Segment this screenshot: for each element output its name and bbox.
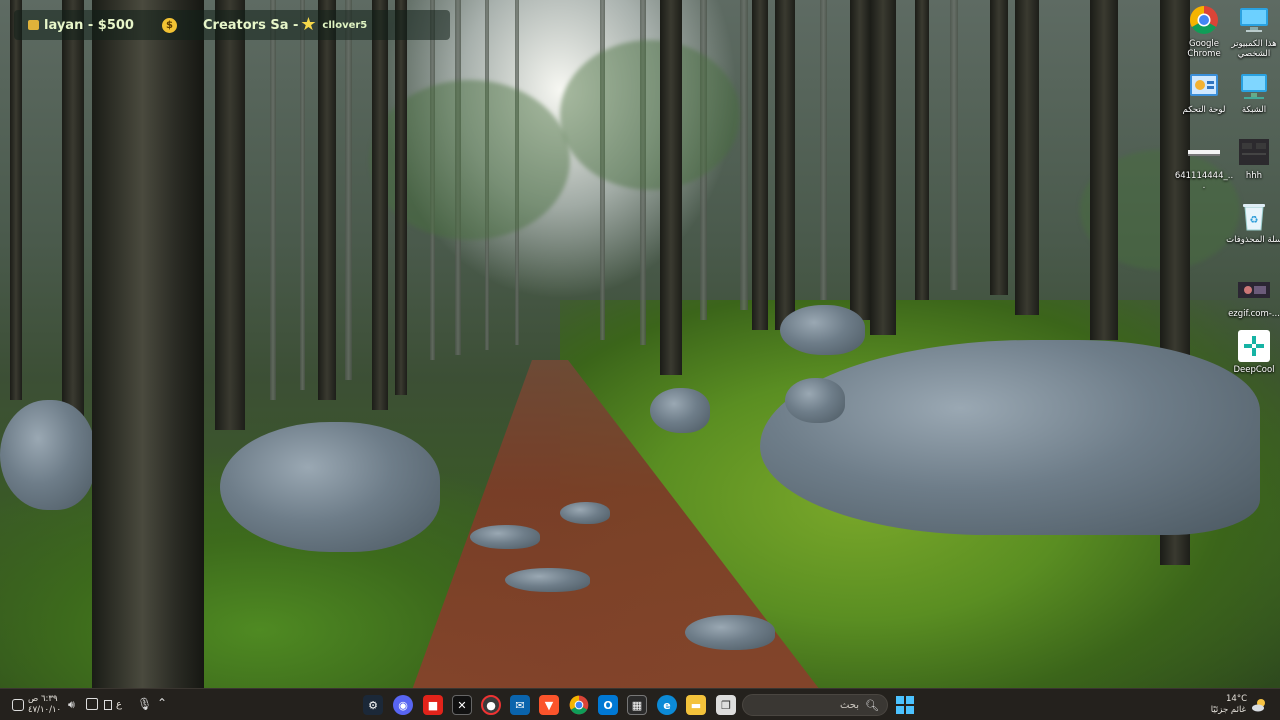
tree xyxy=(850,0,870,320)
tree xyxy=(775,0,795,330)
tree xyxy=(62,0,84,420)
rock xyxy=(560,502,610,524)
input-language[interactable]: ع xyxy=(116,700,122,710)
rock xyxy=(470,525,540,549)
tree xyxy=(345,0,352,380)
taskbar-search-box[interactable]: بحث 🔍︎ xyxy=(742,694,888,716)
capcut-icon[interactable]: ✕ xyxy=(452,695,472,715)
creator-widget[interactable]: Creators Sa - ★ cllover5 xyxy=(203,10,367,40)
tree xyxy=(990,0,1008,295)
dollar-coin-icon: $ xyxy=(161,17,177,33)
rock xyxy=(650,388,710,433)
balance-text: layan - $500 xyxy=(44,17,134,33)
tree xyxy=(215,0,245,430)
rock xyxy=(685,615,775,650)
search-placeholder: بحث xyxy=(839,699,860,711)
tree xyxy=(395,0,407,395)
outlook-icon[interactable]: O xyxy=(598,695,618,715)
desktop-wallpaper xyxy=(0,0,1280,688)
tree xyxy=(752,0,768,330)
discord-icon[interactable]: ◉ xyxy=(393,695,413,715)
desktop-icon-ezgif[interactable]: ezgif.com-... xyxy=(1226,274,1280,319)
rock xyxy=(0,400,95,510)
desktop-icon-label: DeepCool xyxy=(1233,365,1275,375)
desktop-icon-label: هذا الكمبيوتر الشخصي xyxy=(1231,39,1277,59)
chevron-up-icon[interactable]: ⌃ xyxy=(157,696,167,710)
rock xyxy=(220,422,440,552)
file-icon xyxy=(1188,136,1220,168)
notification-icon[interactable] xyxy=(12,699,24,711)
recycle-bin-icon: ♻ xyxy=(1238,200,1270,232)
desktop-icon-recycle-bin[interactable]: ♻ سلة المحذوفات xyxy=(1226,200,1280,245)
desktop-icon-hhh[interactable]: hhh xyxy=(1226,136,1280,181)
folder-icon xyxy=(1238,136,1270,168)
task-view-icon[interactable]: ❐ xyxy=(716,695,736,715)
network-status-icon[interactable] xyxy=(86,698,98,710)
control-panel-icon xyxy=(1188,70,1220,102)
rock xyxy=(785,378,845,423)
steam-icon[interactable]: ⚙︎ xyxy=(363,695,383,715)
creator-username: cllover5 xyxy=(322,19,368,31)
desktop-icon-label: ezgif.com-... xyxy=(1228,309,1280,319)
roblox-icon[interactable]: ■ xyxy=(423,695,443,715)
star-icon: ★ xyxy=(300,14,317,35)
volume-icon[interactable]: 🔊︎ xyxy=(68,698,75,712)
file-explorer-icon[interactable]: ▬ xyxy=(686,695,706,715)
desktop-icon-network[interactable]: الشبكة xyxy=(1226,70,1280,115)
mail-icon[interactable]: ✉ xyxy=(510,695,530,715)
this-pc-icon xyxy=(1238,4,1270,36)
foreground-tree xyxy=(92,0,204,688)
network-icon xyxy=(1238,70,1270,102)
balance-widget[interactable]: layan - $500 $ xyxy=(28,10,177,40)
tree xyxy=(1090,0,1118,340)
windows-start-icon[interactable] xyxy=(895,695,915,715)
weather-temperature[interactable]: 14°C xyxy=(1226,694,1247,704)
chrome-icon xyxy=(1188,4,1220,36)
weather-cloud-icon[interactable] xyxy=(1251,697,1267,712)
tree xyxy=(270,0,276,400)
desktop-icon-this-pc[interactable]: هذا الكمبيوتر الشخصي xyxy=(1226,4,1280,59)
tree xyxy=(10,0,22,400)
clock-time[interactable]: ٦:٣٩ ص xyxy=(28,694,58,704)
store-icon[interactable]: ▦ xyxy=(627,695,647,715)
desktop-icon-label: الشبكة xyxy=(1241,105,1267,115)
desktop-icon-label: سلة المحذوفات xyxy=(1226,235,1280,245)
brave-icon[interactable]: ▼ xyxy=(539,695,559,715)
taskbar: ٦:٣٩ ص ٤٧/١٠/١٠ 🔊︎ ع 🎙︎ ⌃ ⚙︎ ◉ ■ ✕ ● ✉ ▼… xyxy=(0,688,1280,720)
obs-icon[interactable]: ● xyxy=(481,695,501,715)
tree xyxy=(660,0,682,375)
tree xyxy=(300,0,305,390)
creator-text: Creators Sa - xyxy=(203,17,299,33)
tree xyxy=(870,0,896,335)
image-file-icon xyxy=(1238,274,1270,306)
svg-text:♻: ♻ xyxy=(1250,215,1259,226)
rock xyxy=(505,568,590,592)
rock xyxy=(780,305,865,355)
weather-description[interactable]: غائم جزئيًا xyxy=(1190,705,1246,715)
battery-icon[interactable] xyxy=(104,700,112,710)
desktop-icon-file[interactable]: 641114444_... xyxy=(1175,136,1233,191)
tree xyxy=(372,0,388,410)
deepcool-icon xyxy=(1238,330,1270,362)
search-icon: 🔍︎ xyxy=(865,698,879,712)
clock-date[interactable]: ٤٧/١٠/١٠ xyxy=(28,705,61,715)
wallet-icon xyxy=(28,20,39,30)
microphone-icon[interactable]: 🎙︎ xyxy=(137,697,152,711)
edge-icon[interactable]: e xyxy=(657,695,677,715)
tree xyxy=(740,0,748,310)
chrome-taskbar-icon[interactable] xyxy=(569,695,589,715)
tree xyxy=(950,0,958,290)
desktop-icon-label: hhh xyxy=(1245,171,1263,181)
tree xyxy=(820,0,827,300)
foliage xyxy=(560,40,740,190)
tree xyxy=(915,0,929,300)
tree xyxy=(1015,0,1039,315)
overlay-widget-bar: layan - $500 $ Creators Sa - ★ cllover5 xyxy=(14,10,450,40)
desktop-icon-deepcool[interactable]: DeepCool xyxy=(1226,330,1280,375)
tree xyxy=(318,0,336,400)
